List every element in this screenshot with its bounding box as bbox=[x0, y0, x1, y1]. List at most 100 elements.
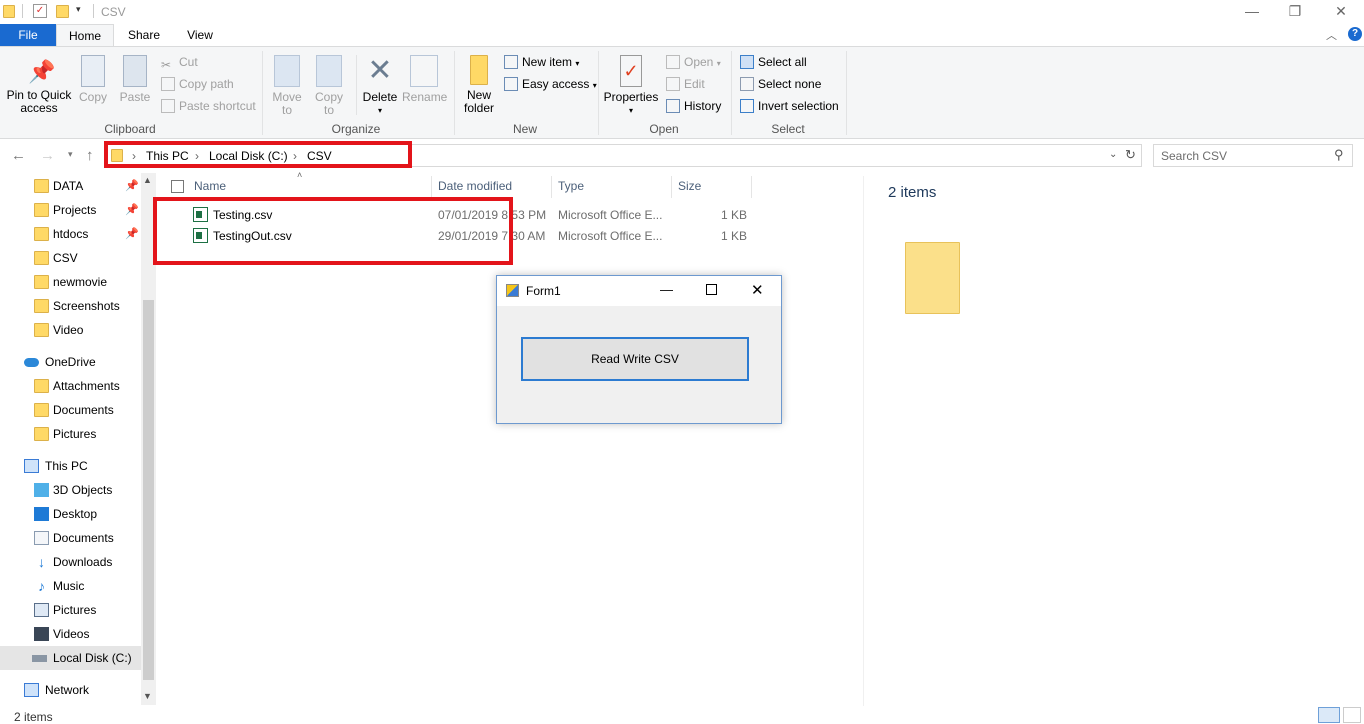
nav-item-documents[interactable]: Documents bbox=[0, 526, 141, 550]
document-icon bbox=[34, 531, 49, 545]
column-header-type[interactable]: Type bbox=[558, 176, 584, 198]
nav-item-screenshots[interactable]: Screenshots bbox=[0, 294, 141, 318]
pin-to-quick-access-button[interactable]: 📌 Pin to Quick access bbox=[4, 59, 74, 115]
forward-arrow-icon[interactable]: → bbox=[40, 147, 55, 164]
chevron-down-icon[interactable]: ▼ bbox=[143, 691, 152, 701]
search-input[interactable]: Search CSV ⚲ bbox=[1153, 144, 1353, 167]
delete-button[interactable]: ✕ Delete ▾ bbox=[360, 55, 400, 117]
nav-item-videos[interactable]: Videos bbox=[0, 622, 141, 646]
tab-home[interactable]: Home bbox=[56, 24, 114, 46]
rename-button[interactable]: Rename bbox=[402, 55, 447, 104]
nav-item-music[interactable]: ♪ Music bbox=[0, 574, 141, 598]
paste-shortcut-button[interactable]: Paste shortcut bbox=[161, 96, 256, 116]
close-button[interactable]: ✕ bbox=[751, 281, 764, 299]
maximize-button[interactable]: ❐ bbox=[1272, 0, 1318, 24]
easy-access-button[interactable]: Easy access ▾ bbox=[504, 74, 597, 94]
refresh-icon[interactable]: ↻ bbox=[1125, 147, 1136, 163]
open-button[interactable]: Open ▾ bbox=[666, 52, 721, 72]
tab-file[interactable]: File bbox=[0, 24, 56, 46]
nav-item-network[interactable]: Network bbox=[0, 678, 141, 702]
copy-to-button[interactable]: Copy to bbox=[310, 55, 348, 117]
recent-locations-icon[interactable]: ▾ bbox=[68, 149, 73, 160]
select-all-checkbox[interactable] bbox=[171, 180, 184, 193]
group-clipboard: Clipboard bbox=[104, 122, 156, 136]
nav-item-this-pc[interactable]: This PC bbox=[0, 454, 141, 478]
help-icon[interactable]: ? bbox=[1348, 27, 1362, 41]
picture-icon bbox=[34, 603, 49, 617]
easy-access-icon bbox=[504, 77, 518, 91]
nav-item-onedrive-pictures[interactable]: Pictures bbox=[0, 422, 141, 446]
nav-item-attachments[interactable]: Attachments bbox=[0, 374, 141, 398]
cut-label: Cut bbox=[179, 55, 198, 69]
move-to-button[interactable]: Move to bbox=[268, 55, 306, 117]
copy-button[interactable]: Copy bbox=[76, 55, 110, 104]
select-all-button[interactable]: Select all bbox=[740, 52, 807, 72]
close-button[interactable]: ✕ bbox=[1318, 0, 1364, 24]
nav-label: Projects bbox=[53, 203, 97, 217]
new-folder-button[interactable]: New folder bbox=[460, 55, 498, 115]
new-folder-icon bbox=[470, 55, 488, 85]
chevron-up-icon[interactable]: ︿ bbox=[1326, 27, 1337, 43]
file-type: Microsoft Office E... bbox=[558, 229, 663, 243]
nav-item-video[interactable]: Video bbox=[0, 318, 141, 342]
minimize-button[interactable]: — bbox=[660, 282, 673, 297]
minimize-button[interactable]: — bbox=[1229, 0, 1275, 24]
copy-icon bbox=[81, 55, 105, 87]
status-bar: 2 items bbox=[0, 705, 1364, 724]
properties-icon: ✓ bbox=[620, 55, 642, 87]
scrollbar-thumb[interactable] bbox=[143, 300, 154, 680]
properties-button[interactable]: ✓ Properties ▾ bbox=[602, 55, 660, 117]
divider[interactable] bbox=[551, 176, 552, 198]
folder-icon bbox=[3, 5, 15, 18]
tab-share[interactable]: Share bbox=[122, 24, 166, 46]
details-view-icon[interactable] bbox=[1318, 707, 1340, 723]
new-item-button[interactable]: New item ▾ bbox=[504, 52, 579, 72]
customize-toolbar-icon[interactable]: ▾ bbox=[76, 4, 81, 15]
nav-item-3d-objects[interactable]: 3D Objects bbox=[0, 478, 141, 502]
cut-button[interactable]: ✂ Cut bbox=[161, 52, 198, 72]
divider[interactable] bbox=[671, 176, 672, 198]
properties-icon[interactable]: ✓ bbox=[33, 4, 47, 18]
copy-path-button[interactable]: Copy path bbox=[161, 74, 234, 94]
nav-label: Attachments bbox=[53, 379, 120, 393]
tab-view[interactable]: View bbox=[178, 24, 222, 46]
nav-item-onedrive[interactable]: OneDrive bbox=[0, 350, 141, 374]
up-arrow-icon[interactable]: ↑ bbox=[86, 147, 94, 164]
chevron-up-icon[interactable]: ▲ bbox=[143, 175, 152, 185]
column-header-name[interactable]: Name bbox=[194, 176, 226, 198]
paste-button[interactable]: Paste bbox=[118, 55, 152, 104]
nav-item-pictures[interactable]: Pictures bbox=[0, 598, 141, 622]
copy-label: Copy bbox=[78, 90, 107, 104]
copy-to-label-2: to bbox=[323, 103, 334, 117]
nav-item-projects[interactable]: Projects 📌 bbox=[0, 198, 141, 222]
divider[interactable] bbox=[751, 176, 752, 198]
nav-item-onedrive-documents[interactable]: Documents bbox=[0, 398, 141, 422]
nav-item-newmovie[interactable]: newmovie bbox=[0, 270, 141, 294]
nav-item-local-disk[interactable]: Local Disk (C:) bbox=[0, 646, 141, 670]
divider[interactable] bbox=[431, 176, 432, 198]
preview-item-count: 2 items bbox=[888, 184, 937, 201]
chevron-down-icon: ▾ bbox=[575, 59, 580, 68]
nav-item-data[interactable]: DATA 📌 bbox=[0, 174, 141, 198]
pin-icon: 📌 bbox=[28, 59, 56, 84]
back-arrow-icon[interactable]: ← bbox=[11, 147, 26, 164]
new-folder-icon[interactable] bbox=[56, 5, 69, 18]
edit-button[interactable]: Edit bbox=[666, 74, 705, 94]
nav-item-desktop[interactable]: Desktop bbox=[0, 502, 141, 526]
column-header-date[interactable]: Date modified bbox=[438, 176, 512, 198]
paste-shortcut-icon bbox=[161, 99, 175, 113]
nav-item-downloads[interactable]: ↓ Downloads bbox=[0, 550, 141, 574]
invert-selection-button[interactable]: Invert selection bbox=[740, 96, 839, 116]
nav-item-csv[interactable]: CSV bbox=[0, 246, 141, 270]
large-icons-view-icon[interactable] bbox=[1343, 707, 1361, 723]
computer-icon bbox=[24, 459, 39, 473]
select-none-button[interactable]: Select none bbox=[740, 74, 821, 94]
chevron-down-icon[interactable]: ⌄ bbox=[1109, 149, 1117, 160]
read-write-csv-button[interactable]: Read Write CSV bbox=[521, 337, 749, 381]
paste-shortcut-label: Paste shortcut bbox=[179, 99, 256, 113]
history-button[interactable]: History bbox=[666, 96, 721, 116]
nav-label: 3D Objects bbox=[53, 483, 113, 497]
maximize-button[interactable] bbox=[706, 284, 717, 295]
nav-item-htdocs[interactable]: htdocs 📌 bbox=[0, 222, 141, 246]
column-header-size[interactable]: Size bbox=[678, 176, 701, 198]
